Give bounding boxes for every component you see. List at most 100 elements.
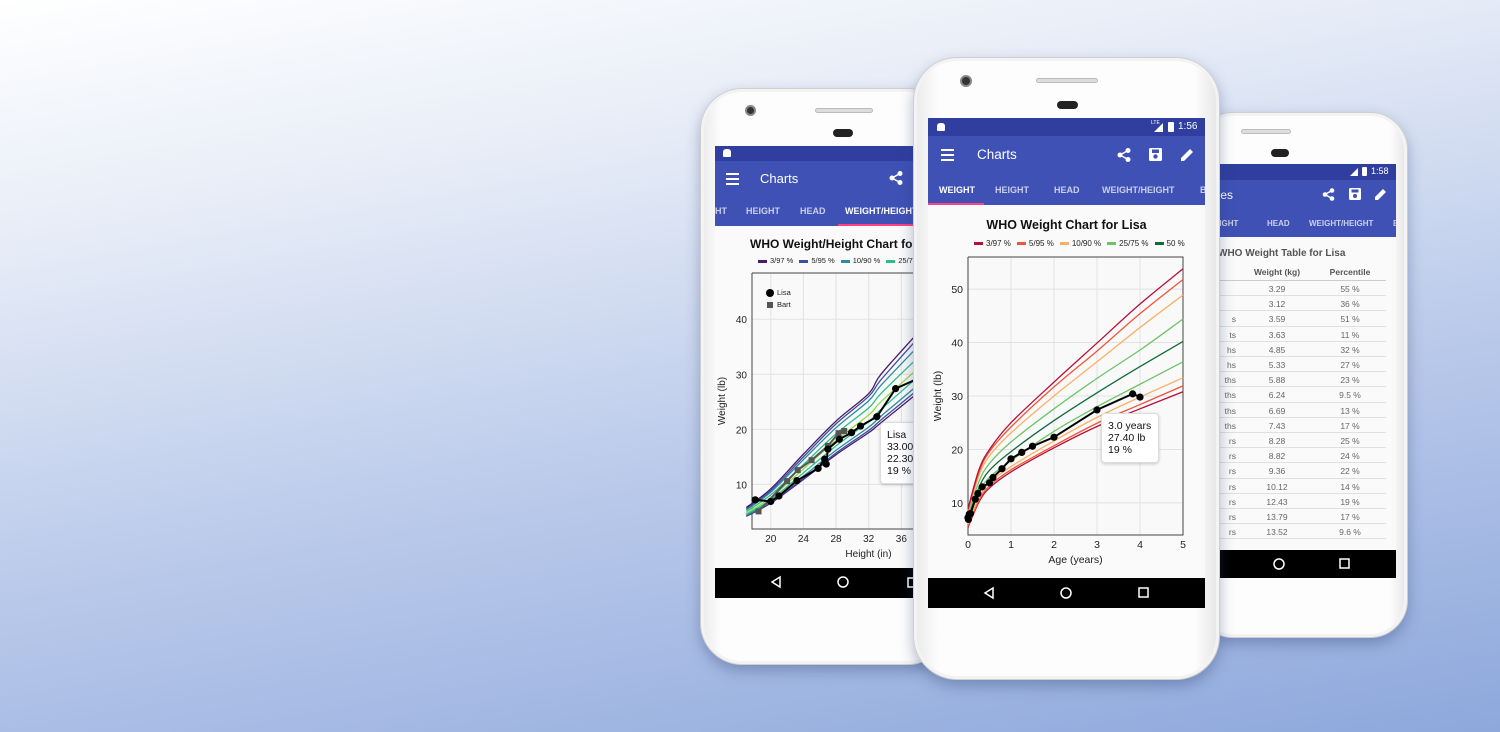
data-point: [1007, 455, 1015, 463]
tab-bar: EIGHT HEAD WEIGHT/HEIGHT E: [1212, 210, 1396, 237]
cell-weight: 6.69: [1268, 405, 1286, 416]
x-tick-label: 32: [863, 534, 875, 545]
y-tick-label: 20: [736, 425, 748, 436]
home-icon[interactable]: [1273, 558, 1285, 570]
y-tick-label: 10: [736, 480, 748, 491]
table-row: rs 10.12 14 %: [1218, 479, 1386, 494]
weight-chart[interactable]: 0 1 2 3 4 5 10 20 30 40 50 Age (years) Weight (lb): [928, 118, 1205, 608]
cell-percentile: 55 %: [1340, 284, 1360, 294]
share-icon[interactable]: [1322, 188, 1335, 201]
data-point: [873, 413, 881, 421]
data-point: [775, 492, 783, 500]
nav-bar: [1212, 550, 1396, 578]
left-phone-screen: Charts HT HEIGHT HEAD WEIGHT/HEIGHT WHO …: [715, 146, 930, 598]
tab-partial[interactable]: E: [1393, 210, 1396, 237]
cell-age: hs: [1227, 344, 1236, 355]
data-point: [1018, 448, 1026, 457]
legend-lisa: Lisa: [777, 288, 791, 297]
status-bar: 1:58: [1212, 164, 1396, 180]
data-point: [794, 467, 801, 474]
table-row: s 3.59 51 %: [1218, 311, 1386, 327]
tooltip-percentile: 19 %: [1108, 444, 1132, 456]
weight-height-chart[interactable]: 20 24 28 32 36 10 20 30 40 Height (in) Weight (lb): [715, 146, 930, 598]
y-tick-label: 30: [736, 370, 748, 381]
x-axis-label: Height (in): [845, 549, 891, 560]
x-axis-label: Age (years): [1048, 554, 1102, 566]
cell-percentile: 17 %: [1340, 420, 1360, 431]
y-tick-label: 20: [951, 444, 963, 456]
y-tick-label: 40: [736, 315, 748, 326]
data-point: [1028, 442, 1037, 450]
data-point: [974, 489, 982, 498]
data-point: [1093, 406, 1101, 414]
cell-age: rs: [1228, 527, 1236, 538]
table-row: 3.12 36 %: [1218, 296, 1386, 312]
table-row: hs 4.85 32 %: [1218, 342, 1386, 357]
pencil-icon[interactable]: [1375, 188, 1387, 200]
tab-head[interactable]: HEAD: [1267, 210, 1290, 237]
cell-percentile: 32 %: [1340, 344, 1360, 355]
signal-icon: [1350, 168, 1358, 176]
cell-percentile: 9.6 %: [1339, 527, 1361, 538]
center-phone-screen: LTE 1:56 Charts WEIGHT HEIGHT HEAD WEIGH…: [928, 118, 1205, 608]
cell-percentile: 24 %: [1340, 451, 1360, 462]
data-point: [767, 497, 775, 506]
data-point: [814, 464, 822, 473]
legend-bart: Bart: [777, 300, 791, 309]
y-tick-label: 50: [951, 284, 963, 296]
tooltip-weight: 27.40 lb: [1108, 432, 1146, 444]
data-point: [978, 483, 986, 491]
x-tick-label: 20: [765, 534, 777, 545]
cell-weight: 3.29: [1268, 284, 1286, 294]
data-point: [989, 473, 997, 482]
x-tick-label: 1: [1008, 539, 1014, 551]
right-phone-screen: 1:58 bles EIGHT HEAD WEIGHT/HEIGHT E WHO…: [1212, 164, 1396, 578]
speaker-grille: [815, 108, 873, 113]
recents-icon[interactable]: [1138, 587, 1149, 598]
x-tick-label: 2: [1051, 539, 1057, 551]
data-point: [808, 457, 815, 464]
table-row: rs 8.82 24 %: [1218, 448, 1386, 464]
cell-percentile: 13 %: [1340, 405, 1360, 416]
cell-weight: 13.52: [1266, 527, 1288, 538]
cell-age: rs: [1228, 512, 1236, 522]
save-icon[interactable]: [1349, 188, 1361, 200]
data-point: [841, 428, 848, 435]
table-row: rs 9.36 22 %: [1218, 463, 1386, 479]
x-tick-label: 5: [1180, 539, 1186, 551]
cell-age: ths: [1224, 405, 1236, 416]
data-point: [793, 476, 801, 485]
cell-percentile: 36 %: [1340, 299, 1360, 310]
front-camera: [960, 75, 972, 87]
cell-weight: 7.43: [1268, 420, 1286, 431]
x-tick-label: 24: [798, 534, 810, 545]
x-tick-label: 36: [896, 534, 908, 545]
front-camera: [745, 105, 756, 116]
cell-weight: 10.12: [1266, 481, 1288, 492]
cell-percentile: 19 %: [1340, 496, 1360, 507]
cell-weight: 4.85: [1268, 344, 1286, 355]
home-icon[interactable]: [837, 576, 849, 588]
tooltip-age: 3.0 years: [1108, 420, 1152, 432]
tab-weight-height[interactable]: WEIGHT/HEIGHT: [1309, 210, 1373, 237]
data-point: [835, 430, 842, 437]
back-icon[interactable]: [770, 575, 781, 589]
lisa-marker-icon: [766, 289, 774, 298]
cell-percentile: 22 %: [1340, 466, 1360, 477]
table-row: 3.29 55 %: [1218, 281, 1386, 297]
bart-marker-icon: [767, 302, 773, 309]
cell-percentile: 9.5 %: [1339, 390, 1361, 401]
sensor: [833, 129, 853, 137]
back-icon[interactable]: [983, 586, 994, 600]
cell-weight: 6.24: [1268, 390, 1286, 401]
y-tick-label: 30: [951, 391, 963, 403]
cell-percentile: 51 %: [1340, 314, 1360, 325]
speaker-grille: [1241, 129, 1291, 134]
data-point: [784, 478, 791, 485]
x-tick-label: 0: [965, 539, 971, 551]
cell-weight: 3.59: [1268, 314, 1286, 325]
recents-icon[interactable]: [1339, 558, 1350, 569]
home-icon[interactable]: [1060, 587, 1072, 599]
cell-weight: 5.33: [1268, 360, 1286, 370]
status-time: 1:58: [1371, 166, 1389, 176]
